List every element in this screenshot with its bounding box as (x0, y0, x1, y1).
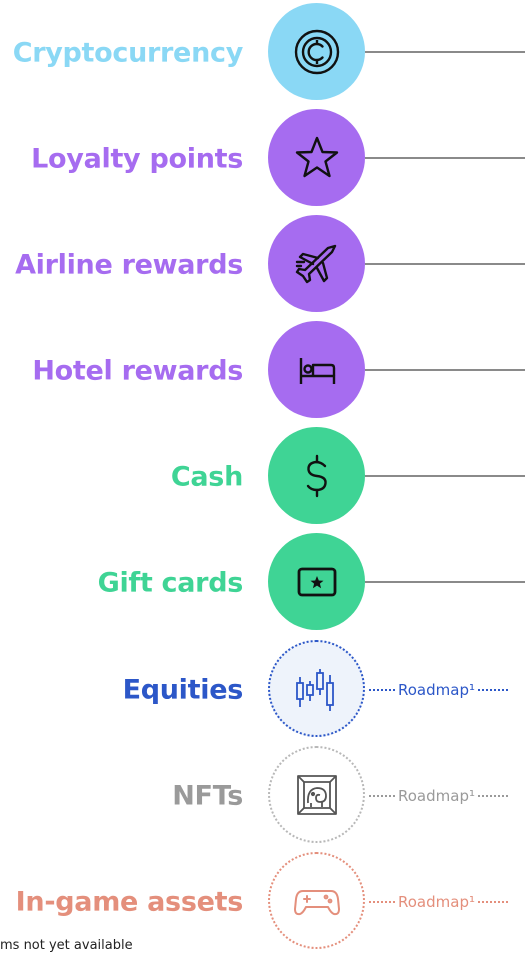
roadmap-label: Roadmap¹ (398, 681, 475, 699)
label-hotel-rewards: Hotel rewards (32, 355, 243, 387)
airplane-icon (268, 215, 365, 312)
row-airline-rewards: Airline rewards (0, 215, 525, 315)
row-gift-cards: Gift cards (0, 533, 525, 633)
row-loyalty-points: Loyalty points (0, 109, 525, 209)
roadmap-label: Roadmap¹ (398, 787, 475, 805)
dollar-icon (268, 427, 365, 524)
label-equities: Equities (122, 674, 244, 706)
game-controller-icon (268, 852, 365, 949)
row-hotel-rewards: Hotel rewards (0, 321, 525, 421)
connector-line (365, 369, 525, 371)
row-cash: Cash (0, 427, 525, 527)
star-icon (268, 109, 365, 206)
label-cryptocurrency: Cryptocurrency (12, 37, 244, 69)
label-loyalty-points: Loyalty points (31, 143, 243, 175)
gift-card-icon (268, 533, 365, 630)
roadmap-equities: Roadmap¹ (366, 681, 511, 699)
roadmap-nfts: Roadmap¹ (366, 787, 511, 805)
row-in-game-assets: In-game assets Roadmap¹ (0, 852, 525, 952)
label-in-game-assets: In-game assets (15, 886, 244, 918)
row-equities: Equities Roadmap¹ (0, 640, 525, 740)
label-airline-rewards: Airline rewards (15, 249, 243, 281)
connector-line (365, 581, 525, 583)
asset-diagram: Cryptocurrency Loyalty points Airline re… (0, 0, 525, 953)
row-cryptocurrency: Cryptocurrency (0, 3, 525, 103)
connector-line (365, 263, 525, 265)
connector-line (365, 51, 525, 53)
row-nfts: NFTs Roadmap¹ (0, 746, 525, 846)
label-nfts: NFTs (172, 780, 243, 812)
nft-frame-icon (268, 746, 365, 843)
connector-line (365, 475, 525, 477)
connector-line (365, 157, 525, 159)
crypto-coin-icon (268, 3, 365, 100)
label-gift-cards: Gift cards (97, 567, 244, 599)
candlestick-chart-icon (268, 640, 365, 737)
hotel-bed-icon (268, 321, 365, 418)
footnote: ms not yet available (0, 938, 133, 953)
roadmap-in-game-assets: Roadmap¹ (366, 893, 511, 911)
label-cash: Cash (170, 461, 243, 493)
roadmap-label: Roadmap¹ (398, 893, 475, 911)
